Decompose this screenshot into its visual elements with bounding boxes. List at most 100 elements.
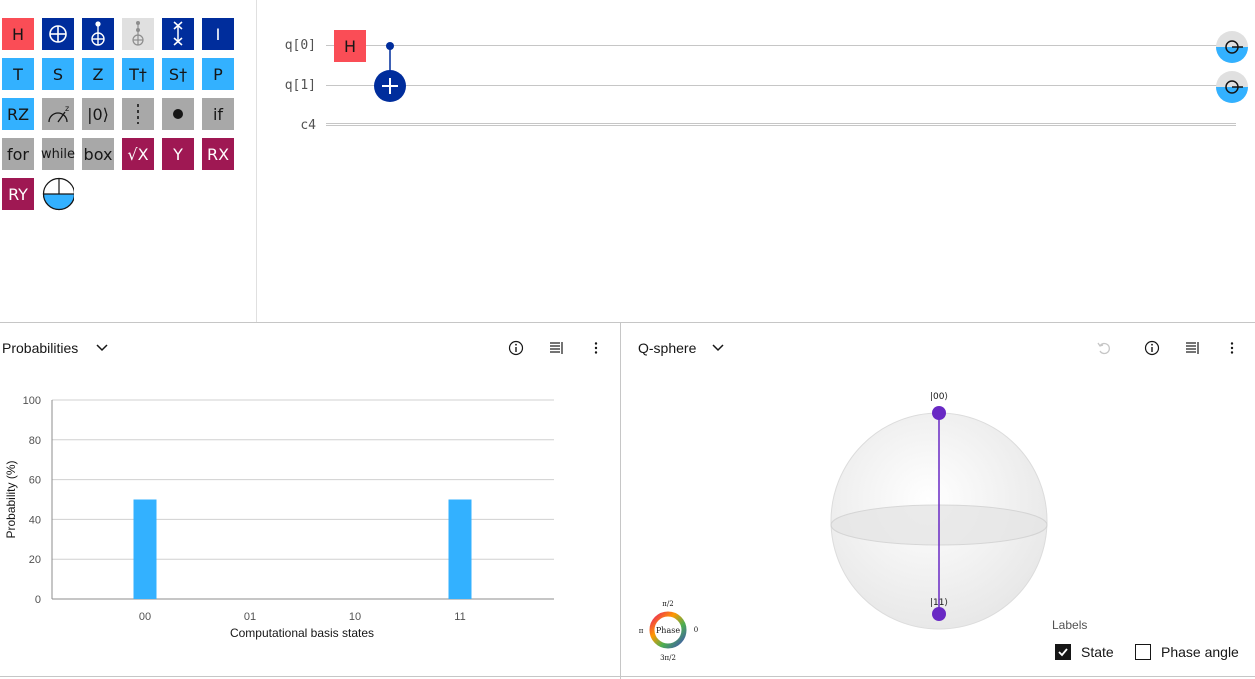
phase-angle-label-toggle[interactable]: Phase angle <box>1135 644 1239 660</box>
control-dot-icon <box>386 42 394 50</box>
gate-swap[interactable] <box>162 18 194 50</box>
x-tick-label: 10 <box>349 611 361 623</box>
gate-i[interactable]: I <box>202 18 234 50</box>
phase-label-right: 0 <box>694 626 698 634</box>
gate-x[interactable]: √X <box>122 138 154 170</box>
info-button[interactable] <box>506 338 526 358</box>
probabilities-title: Probabilities <box>2 340 79 356</box>
reset-view-button[interactable] <box>1094 338 1114 358</box>
cnot-target-icon <box>49 25 67 43</box>
gate-box[interactable]: box <box>82 138 114 170</box>
gate-toffoli[interactable] <box>122 18 154 50</box>
list-icon <box>1186 342 1199 354</box>
wire-label-c4: c4 <box>300 118 316 133</box>
phase-wheel: Phase π/2 π 0 3π/2 <box>639 600 699 662</box>
measure-z-icon: z <box>48 104 69 123</box>
phase-center-label: Phase <box>656 626 680 635</box>
y-tick-label: 60 <box>29 475 41 487</box>
overflow-menu-icon <box>594 342 598 354</box>
phase-label-top: π/2 <box>662 600 673 608</box>
overflow-menu-button[interactable] <box>586 338 606 358</box>
x-tick-label: 11 <box>454 611 465 623</box>
measure-icon <box>42 177 74 211</box>
x-tick-label: 01 <box>244 611 256 623</box>
wire-label-q0: q[0] <box>284 38 316 53</box>
x-axis-title: Computational basis states <box>230 626 374 640</box>
gate-t[interactable]: T† <box>122 58 154 90</box>
state-label-11: |11⟩ <box>930 598 948 608</box>
qsphere-title: Q-sphere <box>638 340 697 356</box>
overflow-menu-icon <box>1230 342 1234 354</box>
gate-ry[interactable]: RY <box>2 178 34 210</box>
y-axis-title: Probability (%) <box>4 460 18 538</box>
measure-indicator-q0[interactable] <box>1215 30 1249 64</box>
classical-wire-c4 <box>326 123 1236 126</box>
y-tick-label: 20 <box>29 554 41 566</box>
gate-control-dot[interactable] <box>162 98 194 130</box>
gate-y[interactable]: Y <box>162 138 194 170</box>
info-icon <box>1144 340 1160 356</box>
gate-controlled-not[interactable] <box>82 18 114 50</box>
phase-angle-checkbox[interactable] <box>1135 644 1151 660</box>
phase-angle-checkbox-label: Phase angle <box>1161 644 1239 660</box>
gate-barrier[interactable] <box>122 98 154 130</box>
probabilities-chart: Probability (%) Computational basis stat… <box>4 395 554 640</box>
chevron-down-icon <box>96 344 108 352</box>
gate-measure[interactable] <box>42 177 74 211</box>
svg-text:z: z <box>65 104 69 113</box>
circuit-canvas[interactable]: q[0] q[1] c4 H <box>258 0 1255 323</box>
barrier-icon <box>137 104 139 124</box>
qsphere-visualization[interactable]: |00⟩ |11⟩ <box>822 388 1056 636</box>
gate-measure-z[interactable]: z <box>42 98 74 130</box>
y-tick-label: 40 <box>29 514 41 526</box>
toffoli-icon <box>132 21 144 46</box>
y-tick-label: 80 <box>29 435 41 447</box>
state-checkbox-label: State <box>1081 644 1114 660</box>
gate-rz[interactable]: RZ <box>2 98 34 130</box>
gate-0[interactable]: |0⟩ <box>82 98 114 130</box>
cnot-gate[interactable] <box>372 36 408 104</box>
qubit-wire-q0 <box>326 45 1236 46</box>
bar-00 <box>133 499 157 599</box>
state-point-11 <box>932 607 946 621</box>
gate-z[interactable]: Z <box>82 58 114 90</box>
state-label-toggle[interactable]: State <box>1055 644 1114 660</box>
state-label-00: |00⟩ <box>930 392 948 402</box>
labels-title: Labels <box>1052 618 1088 632</box>
gate-cnot-target[interactable] <box>42 18 74 50</box>
gate-for[interactable]: for <box>2 138 34 170</box>
table-view-button[interactable] <box>546 338 566 358</box>
wire-label-q1: q[1] <box>284 78 316 93</box>
h-gate-q0[interactable]: H <box>334 30 366 62</box>
probabilities-dropdown[interactable]: Probabilities <box>2 340 108 356</box>
gate-palette: H I T S Z T† S† P RZ z |0⟩ if for while box √X Y RX RY <box>0 0 257 323</box>
bar-11 <box>448 499 472 599</box>
gate-s[interactable]: S <box>42 58 74 90</box>
control-dot-icon <box>173 109 183 119</box>
gate-rx[interactable]: RX <box>202 138 234 170</box>
table-view-button[interactable] <box>1182 338 1202 358</box>
gate-s[interactable]: S† <box>162 58 194 90</box>
list-icon <box>550 342 563 354</box>
state-point-00 <box>932 406 946 420</box>
checkmark-icon <box>1058 648 1068 657</box>
composer-app: H I T S Z T† S† P RZ z |0⟩ if for while box √X Y RX RY q[0… <box>0 0 1255 679</box>
y-tick-label: 0 <box>35 594 41 606</box>
measure-indicator-q1[interactable] <box>1215 70 1249 104</box>
qsphere-dropdown[interactable]: Q-sphere <box>638 340 726 356</box>
overflow-menu-button[interactable] <box>1222 338 1242 358</box>
gate-if[interactable]: if <box>202 98 234 130</box>
gate-h[interactable]: H <box>2 18 34 50</box>
divider <box>0 322 1255 323</box>
gate-while[interactable]: while <box>41 138 75 170</box>
phase-label-bottom: 3π/2 <box>660 654 676 662</box>
info-icon <box>508 340 524 356</box>
gate-p[interactable]: P <box>202 58 234 90</box>
gate-t[interactable]: T <box>2 58 34 90</box>
controlled-not-icon <box>91 21 105 46</box>
swap-icon <box>173 21 183 46</box>
state-checkbox[interactable] <box>1055 644 1071 660</box>
y-tick-label: 100 <box>23 395 41 407</box>
chevron-down-icon <box>712 344 724 352</box>
info-button[interactable] <box>1142 338 1162 358</box>
